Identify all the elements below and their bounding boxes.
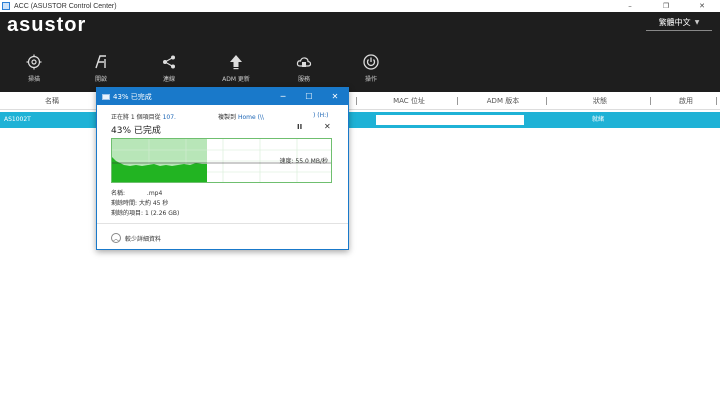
copy-icon <box>102 93 110 100</box>
dialog-title: 43% 已完成 <box>113 92 152 101</box>
info-name-row: 名稱: .mp4 <box>111 188 162 197</box>
column-header-mac[interactable]: MAC 位址 <box>370 92 448 110</box>
dialog-divider <box>97 223 348 224</box>
cancel-button[interactable]: ✕ <box>324 122 331 131</box>
less-details-label: 較少詳細資料 <box>125 235 162 243</box>
info-key: 剩餘的項目: <box>111 210 144 217</box>
toolbar-scan-button[interactable]: 掃描 <box>12 54 56 94</box>
pause-button[interactable]: II <box>297 123 302 131</box>
toolbar-label: ADM 更新 <box>222 76 250 83</box>
window-controls: – ❐ ✕ <box>612 0 720 12</box>
close-icon[interactable]: ✕ <box>684 0 720 12</box>
window-title: ACC (ASUSTOR Control Center) <box>14 2 117 10</box>
dialog-titlebar[interactable]: 43% 已完成 ─ ☐ ✕ <box>97 88 348 105</box>
info-value: 大約 45 秒 <box>138 200 169 207</box>
column-separator[interactable] <box>546 97 547 105</box>
less-details-button[interactable]: ︿ 較少詳細資料 <box>111 233 161 243</box>
window-titlebar: ACC (ASUSTOR Control Center) – ❐ ✕ <box>0 0 720 12</box>
language-select[interactable]: 繁體中文 ▼ <box>646 15 712 31</box>
chevron-up-icon: ︿ <box>111 233 121 243</box>
ai-open-icon <box>95 55 106 69</box>
brand-logo: asustor <box>7 14 87 36</box>
column-separator[interactable] <box>457 97 458 105</box>
copy-destination-line: 複製到 Home (\\ <box>218 112 264 121</box>
toolbar-label: 操作 <box>364 76 377 83</box>
copy-source-line: 正在將 1 個項目從 107. <box>111 112 176 121</box>
app-header: asustor 繁體中文 ▼ 掃描 開啟 連線 ADM 更新 服務 操作 <box>0 12 720 92</box>
power-icon <box>363 54 379 70</box>
speed-label: 速度: 55.0 MB/秒 <box>279 158 328 165</box>
restore-icon[interactable]: ❐ <box>648 0 684 12</box>
toolbar-label: 連線 <box>162 76 175 83</box>
info-time-remaining-row: 剩餘時間: 大約 45 秒 <box>111 198 168 207</box>
column-header-enabled[interactable]: 啟用 <box>666 92 706 110</box>
copy-source-link[interactable]: 107. <box>163 114 176 121</box>
minimize-icon[interactable]: ─ <box>270 88 296 105</box>
column-separator[interactable] <box>650 97 651 105</box>
column-separator[interactable] <box>716 97 717 105</box>
info-value: 1 (2.26 GB) <box>144 210 180 217</box>
dialog-controls: ─ ☐ ✕ <box>270 88 348 105</box>
close-icon[interactable]: ✕ <box>322 88 348 105</box>
info-items-remaining-row: 剩餘的項目: 1 (2.26 GB) <box>111 208 179 217</box>
copy-to-label: 複製到 <box>218 114 237 121</box>
cell-status: 就緒 <box>592 116 605 123</box>
minimize-icon[interactable]: – <box>612 0 648 12</box>
cell-device-name: AS1002T <box>4 116 31 123</box>
copy-destination-drive[interactable]: ) (H:) <box>313 112 328 119</box>
column-header-name[interactable]: 名稱 <box>20 92 84 110</box>
info-key: 剩餘時間: <box>111 200 138 207</box>
app-icon <box>2 2 10 10</box>
cloud-service-icon <box>296 57 312 67</box>
column-separator[interactable] <box>356 97 357 105</box>
copy-prefix: 正在將 1 個項目從 <box>111 114 161 121</box>
maximize-icon[interactable]: ☐ <box>296 88 322 105</box>
column-header-adm[interactable]: ADM 版本 <box>470 92 536 110</box>
chevron-down-icon: ▼ <box>694 19 700 26</box>
toolbar-label: 服務 <box>297 76 310 83</box>
progress-percent-text: 43% 已完成 <box>111 126 161 136</box>
toolbar-label: 掃描 <box>27 76 40 83</box>
info-key: 名稱: <box>111 190 126 197</box>
copy-destination-link[interactable]: Home (\\ <box>238 114 264 121</box>
toolbar-label: 開啟 <box>94 76 107 83</box>
transfer-speed-graph: 速度: 55.0 MB/秒 <box>111 138 332 183</box>
share-icon <box>163 55 175 69</box>
info-value: .mp4 <box>146 190 163 197</box>
copy-progress-dialog: 43% 已完成 ─ ☐ ✕ 正在將 1 個項目從 107. 複製到 Home (… <box>96 87 349 250</box>
cell-mac-address <box>376 115 524 125</box>
crosshair-icon <box>26 54 42 70</box>
toolbar-operate-button[interactable]: 操作 <box>349 54 393 94</box>
column-header-status[interactable]: 狀態 <box>568 92 632 110</box>
upload-arrow-icon <box>230 55 242 70</box>
language-value: 繁體中文 <box>658 18 691 27</box>
